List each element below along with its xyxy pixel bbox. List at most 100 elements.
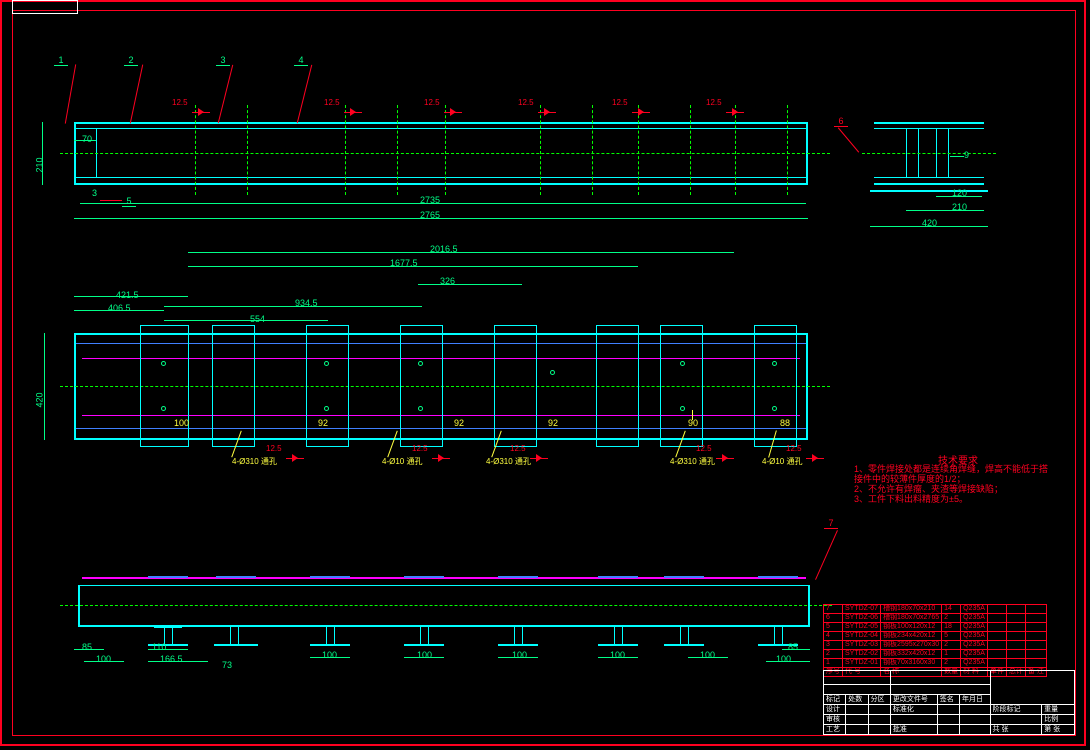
foot5b <box>598 644 638 646</box>
side-bot-f2 <box>874 183 984 185</box>
dim-2735-line <box>80 203 806 204</box>
plan-bot <box>74 438 808 440</box>
dim-934-l <box>164 306 422 307</box>
plan-top <box>74 333 808 335</box>
b85r-l <box>782 649 810 650</box>
foot6b <box>664 644 704 646</box>
dim-2765-line <box>74 218 808 219</box>
plan-mag-t <box>82 358 800 359</box>
hd-100: 100 <box>174 418 189 428</box>
hd-92b: 92 <box>454 418 464 428</box>
notes-3: 3、工件下料出料精度为±5。 <box>854 492 968 505</box>
tb-row3: 审核比例 <box>824 715 1075 725</box>
balloon-3: 3 <box>216 55 230 66</box>
dim-h420-l <box>44 333 45 440</box>
hd-88: 88 <box>780 418 790 428</box>
b100-6-l <box>688 657 728 658</box>
hole-3 <box>324 361 329 366</box>
tb-row2: 设计标准化阶段标记重量 <box>824 705 1075 715</box>
plan-col8l <box>754 325 755 447</box>
dim-406: 406.5 <box>108 303 131 313</box>
b100-3: 100 <box>417 650 432 660</box>
bom-table: 7SYTDZ-07槽钢180x70x21014Q235A 6SYTDZ-06槽钢… <box>823 604 1047 677</box>
bot-bot-f <box>78 625 810 627</box>
bom-row-5: 5SYTDZ-05钢板100x120x1218Q235A <box>824 623 1047 632</box>
hole-11 <box>772 406 777 411</box>
bot-l-end <box>78 585 80 627</box>
b100-2: 100 <box>322 650 337 660</box>
b100-2-l <box>310 657 350 658</box>
callout-3: 4-Ø310 通孔 <box>486 456 531 467</box>
dim-210: 210 <box>35 157 45 172</box>
foot7wl <box>774 627 775 644</box>
b85l: 85 <box>82 642 92 652</box>
plan-col1b <box>140 446 188 447</box>
callout-5: 4-Ø10 通孔 <box>762 456 802 467</box>
hole-5 <box>418 361 423 366</box>
side-bot-f <box>874 177 984 178</box>
dim-s210-line <box>906 210 984 211</box>
dim-1677-l <box>188 266 638 267</box>
b166: 166.5 <box>160 654 183 664</box>
dim-70-line <box>74 140 96 141</box>
hole-1 <box>161 361 166 366</box>
plan-top2 <box>74 343 808 344</box>
b100-6: 100 <box>700 650 715 660</box>
plan-axis <box>60 386 830 387</box>
b100l-l <box>84 661 124 662</box>
plan-col3r <box>348 325 349 447</box>
balloon-2: 2 <box>124 55 138 66</box>
foot6wl <box>680 627 681 644</box>
dim-70: 70 <box>82 134 92 144</box>
dim-554-l <box>164 320 328 321</box>
elev-cv7 <box>592 105 593 195</box>
callout-4: 4-Ø310 通孔 <box>670 456 715 467</box>
plan-col4r <box>442 325 443 447</box>
bot-top-f <box>78 585 810 586</box>
plan-col5 <box>494 325 536 326</box>
hd-92a: 92 <box>318 418 328 428</box>
foot2wr <box>334 627 335 644</box>
side-base <box>870 190 988 192</box>
dim-421: 421.5 <box>116 290 139 300</box>
plan-col6 <box>596 325 638 326</box>
elev-top-flange <box>74 122 808 124</box>
hd-90: 90 <box>688 418 698 428</box>
elev-top-flange2 <box>74 128 808 129</box>
elev-bot-flange2 <box>74 177 808 178</box>
tb-row4: 工艺批准共 张第 张 <box>824 725 1075 735</box>
dim-120-line <box>936 196 982 197</box>
bom-row-1: 1SYTDZ-01钢板70x3160x302Q235A <box>824 659 1047 668</box>
callout-1: 4-Ø310 通孔 <box>232 456 277 467</box>
foot2b <box>310 644 350 646</box>
side-top-f <box>874 122 984 124</box>
foot1acut <box>230 627 231 644</box>
plan-col2b <box>212 446 254 447</box>
foot5t <box>598 576 638 578</box>
elev-bot-flange <box>74 183 808 185</box>
plan-col8 <box>754 325 796 326</box>
dim-420-line <box>870 226 988 227</box>
plan-col1 <box>140 325 188 326</box>
foot7t <box>758 576 798 578</box>
side-top-f2 <box>874 128 984 129</box>
dim-421-l <box>74 296 188 297</box>
elev-cv10 <box>735 105 736 195</box>
plan-col7r <box>702 325 703 447</box>
b100-4-l <box>498 657 538 658</box>
elev-cv2 <box>247 105 248 195</box>
plan-col7 <box>660 325 702 326</box>
bom-row-6: 6SYTDZ-06槽钢180x70x27652Q235A <box>824 614 1047 623</box>
plan-col5l <box>494 325 495 447</box>
elev-cv8 <box>638 105 639 195</box>
hole-10 <box>772 361 777 366</box>
foot1at <box>216 576 256 578</box>
b73: 73 <box>222 660 232 670</box>
dim-554: 554 <box>250 314 265 324</box>
foot7wr <box>782 627 783 644</box>
foot1wr <box>172 627 173 644</box>
plan-col1r <box>188 325 189 447</box>
foot3t <box>404 576 444 578</box>
dim-406-l <box>74 310 164 311</box>
hd-90-lead <box>692 410 693 420</box>
